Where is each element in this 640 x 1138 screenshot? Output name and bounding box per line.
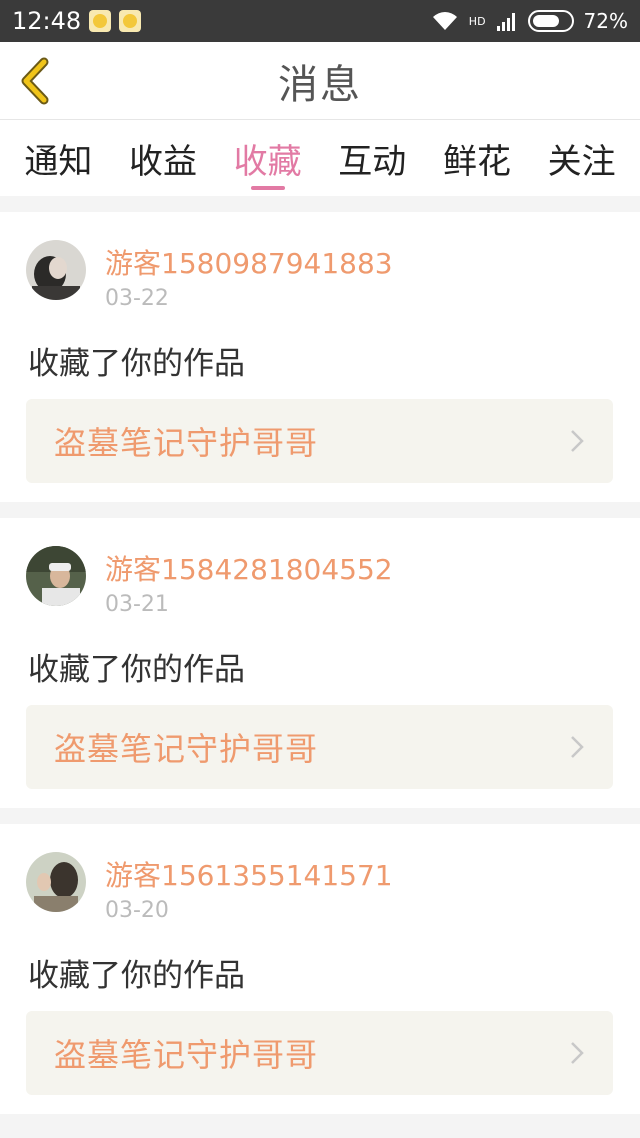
status-time: 12:48 xyxy=(12,7,82,35)
avatar[interactable] xyxy=(26,852,86,912)
back-arrow-icon[interactable] xyxy=(12,54,62,108)
work-link[interactable]: 盗墓笔记守护哥哥 xyxy=(26,705,613,789)
app-header: 消息 xyxy=(0,42,640,120)
tab-follows[interactable]: 关注 xyxy=(542,120,622,196)
wifi-icon xyxy=(432,12,457,30)
work-title: 盗墓笔记守护哥哥 xyxy=(54,1036,319,1074)
work-title: 盗墓笔记守护哥哥 xyxy=(54,424,319,462)
username[interactable]: 游客1561355141571 xyxy=(105,854,393,894)
message-text: 收藏了你的作品 xyxy=(28,346,245,382)
work-title: 盗墓笔记守护哥哥 xyxy=(54,730,319,768)
tab-interactions[interactable]: 互动 xyxy=(332,120,412,196)
username[interactable]: 游客1584281804552 xyxy=(105,548,393,588)
notification-icon xyxy=(89,10,112,32)
message-date: 03-21 xyxy=(105,592,169,617)
tab-favorites[interactable]: 收藏 xyxy=(228,120,308,196)
chevron-right-icon xyxy=(571,736,584,758)
notification-icon xyxy=(119,10,142,32)
message-text: 收藏了你的作品 xyxy=(28,958,245,994)
avatar[interactable] xyxy=(26,546,86,606)
tab-flowers[interactable]: 鲜花 xyxy=(437,120,517,196)
message-date: 03-20 xyxy=(105,898,169,923)
tab-bar: 通知 收益 收藏 互动 鲜花 关注 xyxy=(0,120,640,196)
page-title: 消息 xyxy=(278,61,362,108)
message-text: 收藏了你的作品 xyxy=(28,652,245,688)
network-label: HD xyxy=(468,14,486,28)
battery-percent: 72% xyxy=(583,9,628,33)
signal-icon xyxy=(496,13,515,31)
work-link[interactable]: 盗墓笔记守护哥哥 xyxy=(26,1011,613,1095)
chevron-right-icon xyxy=(571,430,584,452)
tab-earnings[interactable]: 收益 xyxy=(123,120,203,196)
message-card: 游客1561355141571 03-20 收藏了你的作品 盗墓笔记守护哥哥 xyxy=(0,824,640,1114)
avatar[interactable] xyxy=(26,240,86,300)
tab-notifications[interactable]: 通知 xyxy=(18,120,98,196)
work-link[interactable]: 盗墓笔记守护哥哥 xyxy=(26,399,613,483)
username[interactable]: 游客1580987941883 xyxy=(105,242,393,282)
battery-icon xyxy=(527,10,574,32)
status-right: HD 72% xyxy=(431,9,628,33)
message-list: 游客1580987941883 03-22 收藏了你的作品 盗墓笔记守护哥哥 游… xyxy=(0,212,640,1130)
message-date: 03-22 xyxy=(105,286,169,311)
chevron-right-icon xyxy=(571,1042,584,1064)
message-card: 游客1580987941883 03-22 收藏了你的作品 盗墓笔记守护哥哥 xyxy=(0,212,640,502)
message-card: 游客1584281804552 03-21 收藏了你的作品 盗墓笔记守护哥哥 xyxy=(0,518,640,808)
status-bar: 12:48 HD 72% xyxy=(0,0,640,42)
